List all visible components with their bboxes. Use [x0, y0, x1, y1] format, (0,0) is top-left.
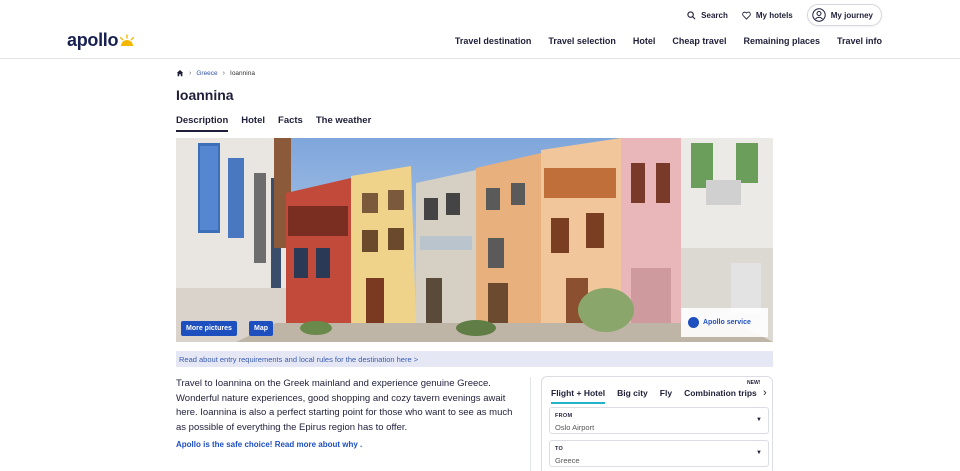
destination-description: Travel to Ioannina on the Greek mainland…: [176, 378, 513, 433]
tab-facts[interactable]: Facts: [278, 115, 303, 132]
breadcrumb: › Greece › Ioannina: [176, 69, 255, 77]
tab-hotel[interactable]: Hotel: [241, 115, 265, 132]
from-label: FROM: [555, 413, 573, 419]
search-label: Search: [701, 10, 728, 20]
safe-choice-link[interactable]: Apollo is the safe choice! Read more abo…: [176, 440, 362, 449]
chevron-right-icon: ›: [222, 69, 226, 77]
tab-fly[interactable]: Fly: [660, 388, 672, 404]
my-journey-label: My journey: [830, 10, 873, 20]
entry-requirements-banner[interactable]: Read about entry requirements and local …: [176, 351, 773, 367]
from-field[interactable]: FROM Oslo Airport ▼: [549, 407, 769, 434]
apollo-logo[interactable]: apollo: [67, 30, 135, 51]
page-title: Ioannina: [176, 87, 234, 103]
main-nav: Travel destination Travel selection Hote…: [455, 36, 882, 46]
nav-cheap-travel[interactable]: Cheap travel: [672, 36, 726, 46]
my-journey-button[interactable]: My journey: [806, 4, 882, 26]
map-button[interactable]: Map: [249, 321, 273, 336]
destination-tabs: Description Hotel Facts The weather: [176, 115, 371, 132]
chevron-right-icon: ›: [189, 69, 192, 77]
nav-remaining-places[interactable]: Remaining places: [743, 36, 820, 46]
tab-description[interactable]: Description: [176, 115, 229, 132]
breadcrumb-greece[interactable]: Greece: [196, 70, 217, 77]
heart-icon: [742, 11, 751, 20]
tab-flight-hotel[interactable]: Flight + Hotel: [551, 388, 606, 404]
chevron-down-icon: ▼: [756, 450, 762, 456]
logo-text: apollo: [67, 30, 119, 50]
search-link[interactable]: Search: [687, 11, 728, 20]
breadcrumb-current: Ioannina: [230, 69, 255, 77]
booking-tabs: Flight + Hotel Big city Fly Combination …: [551, 388, 757, 404]
sun-logo-icon: [120, 34, 135, 46]
chevron-down-icon: ▼: [756, 417, 762, 423]
home-icon[interactable]: [176, 69, 184, 77]
nav-travel-info[interactable]: Travel info: [837, 36, 882, 46]
booking-widget: NEW! Flight + Hotel Big city Fly Combina…: [541, 376, 773, 471]
apollo-service-label: Apollo service: [703, 319, 751, 326]
tab-combination-trips[interactable]: Combination trips: [684, 388, 757, 404]
apollo-service-icon: [688, 317, 699, 328]
tab-weather[interactable]: The weather: [316, 115, 371, 132]
new-badge: NEW!: [747, 380, 761, 386]
user-icon: [812, 8, 826, 22]
hero-image[interactable]: More pictures Map Apollo service: [176, 138, 773, 342]
site-header: Search My hotels My journey apollo Trave…: [0, 0, 960, 59]
nav-travel-destination[interactable]: Travel destination: [455, 36, 532, 46]
chevron-right-icon[interactable]: ›: [763, 387, 767, 399]
nav-hotel[interactable]: Hotel: [633, 36, 656, 46]
divider: [530, 377, 531, 471]
to-label: TO: [555, 446, 564, 452]
utility-bar: Search My hotels My journey: [687, 4, 882, 26]
tab-big-city[interactable]: Big city: [617, 388, 648, 404]
more-pictures-button[interactable]: More pictures: [181, 321, 237, 336]
from-value: Oslo Airport: [555, 423, 595, 432]
apollo-service-badge[interactable]: Apollo service: [681, 308, 768, 337]
my-hotels-label: My hotels: [755, 10, 793, 20]
to-field[interactable]: TO Greece ▼: [549, 440, 769, 467]
my-hotels-link[interactable]: My hotels: [742, 11, 793, 20]
nav-travel-selection[interactable]: Travel selection: [548, 36, 616, 46]
to-value: Greece: [555, 456, 580, 465]
search-icon: [687, 10, 696, 19]
